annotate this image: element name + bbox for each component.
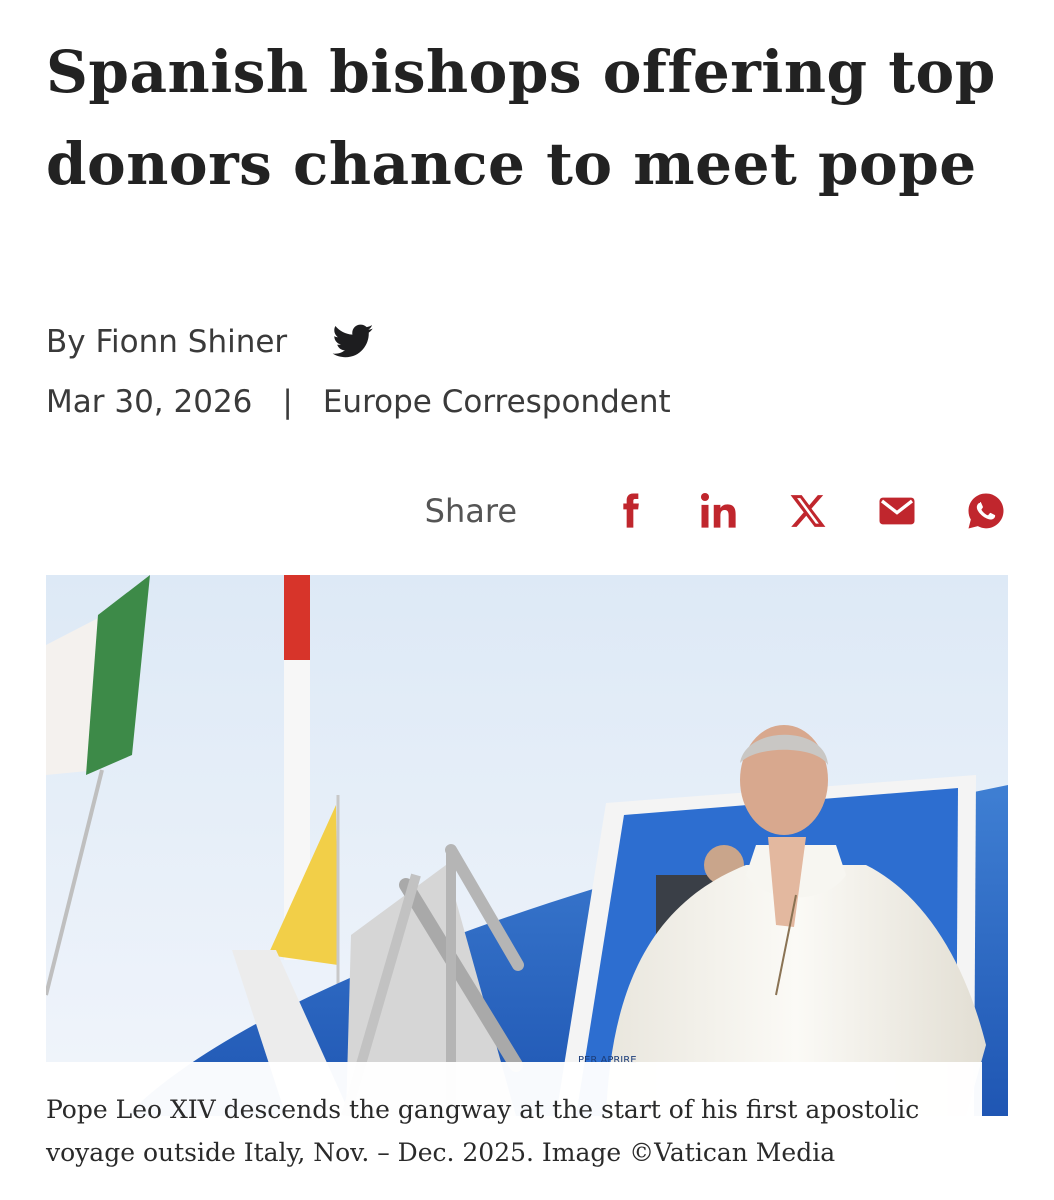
share-label: Share bbox=[424, 492, 517, 530]
meta-separator: | bbox=[282, 384, 293, 420]
share-bar: Share bbox=[425, 486, 1008, 536]
author-role: Europe Correspondent bbox=[322, 384, 671, 420]
article-meta: Mar 30, 2026 | Europe Correspondent bbox=[46, 384, 671, 420]
whatsapp-icon[interactable] bbox=[964, 489, 1008, 533]
publish-date: Mar 30, 2026 bbox=[46, 384, 253, 420]
article-photo: PER APRIRE bbox=[46, 575, 1008, 1116]
author-name[interactable]: By Fionn Shiner bbox=[46, 324, 287, 360]
article-headline: Spanish bishops offering top donors chan… bbox=[46, 38, 996, 198]
photo-illustration: PER APRIRE bbox=[46, 575, 1008, 1116]
byline: By Fionn Shiner bbox=[46, 320, 375, 364]
photo-caption: Pope Leo XIV descends the gangway at the… bbox=[46, 1062, 982, 1184]
linkedin-icon[interactable] bbox=[697, 489, 741, 533]
x-icon[interactable] bbox=[786, 489, 830, 533]
email-icon[interactable] bbox=[875, 489, 919, 533]
twitter-icon[interactable] bbox=[331, 320, 375, 364]
facebook-icon[interactable] bbox=[608, 489, 652, 533]
